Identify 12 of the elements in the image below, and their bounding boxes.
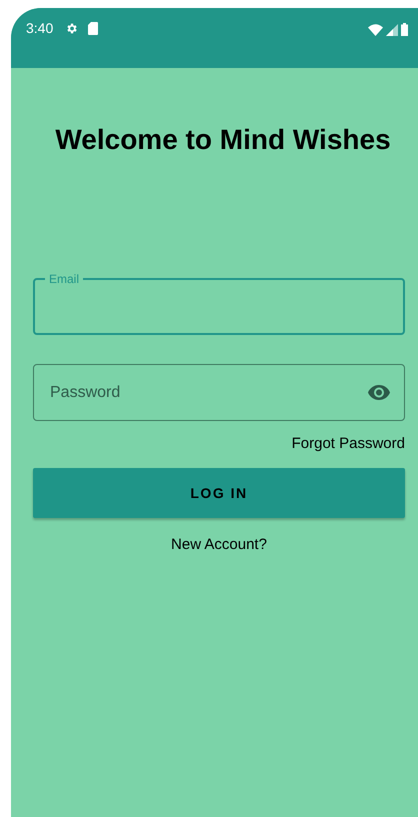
battery-icon bbox=[401, 23, 408, 36]
new-account-link[interactable]: New Account? bbox=[171, 536, 267, 553]
status-time: 3:40 bbox=[26, 20, 54, 36]
login-button[interactable]: LOG IN bbox=[33, 468, 405, 518]
eye-icon[interactable] bbox=[368, 385, 390, 400]
welcome-title: Welcome to Mind Wishes bbox=[54, 124, 392, 156]
forgot-password-link[interactable]: Forgot Password bbox=[292, 435, 405, 452]
sd-card-icon bbox=[88, 22, 98, 34]
password-field[interactable]: Password bbox=[33, 364, 405, 421]
wifi-icon bbox=[368, 24, 383, 36]
gear-icon bbox=[65, 22, 78, 34]
signal-icon bbox=[386, 24, 398, 36]
